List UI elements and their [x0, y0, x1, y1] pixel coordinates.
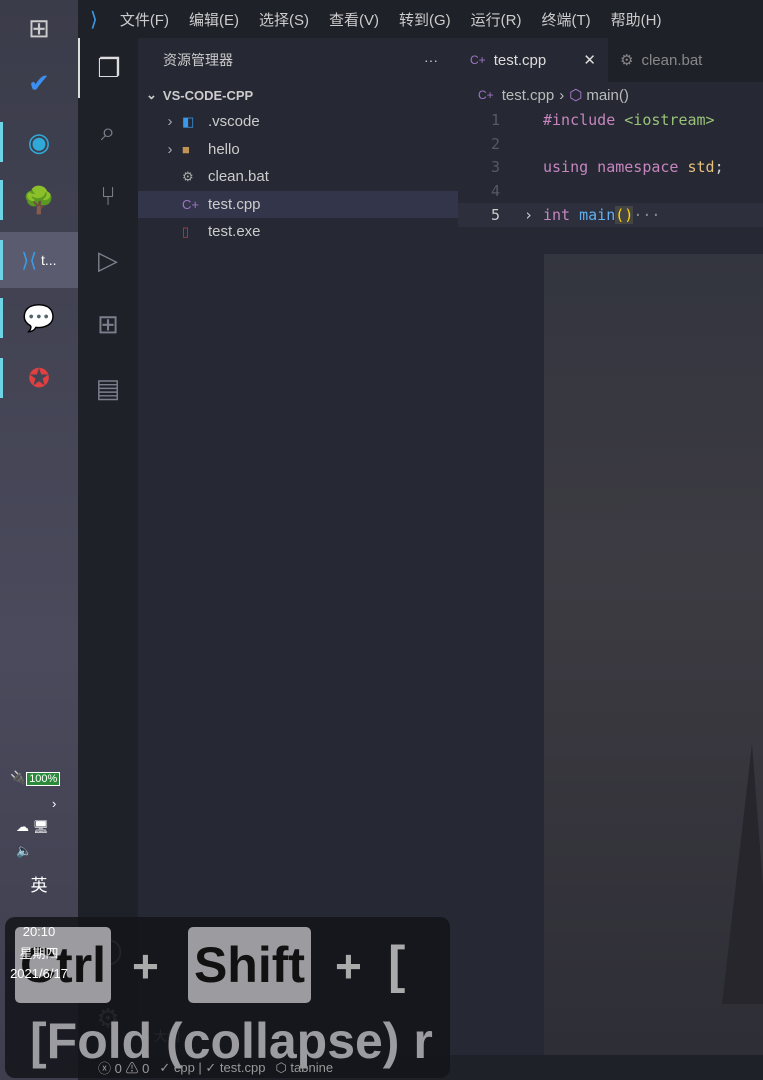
item-label: .vscode	[208, 113, 260, 131]
cpp-file-icon: C+	[182, 196, 199, 212]
vscode-taskbar-item[interactable]: ⟩⟨ t...	[0, 232, 78, 288]
tree-item-test-exe[interactable]: ▯ test.exe	[138, 218, 458, 246]
tab-label: clean.bat	[641, 51, 703, 69]
line-number: 4	[490, 182, 500, 201]
problems-status[interactable]: ⓧ 0 ⚠ 0	[98, 1058, 149, 1077]
vscode-icon: ⟩⟨	[21, 249, 38, 272]
close-icon[interactable]: ✕	[583, 51, 596, 69]
tree-item-clean-bat[interactable]: ⚙ clean.bat	[138, 163, 458, 191]
warning-count: 0	[142, 1061, 150, 1076]
gears-icon: ⚙	[620, 52, 634, 69]
clock-date: 2021/6/17	[10, 966, 68, 981]
menu-bar: ⟩ 文件(F) 编辑(E) 选择(S) 查看(V) 转到(G) 运行(R) 终端…	[78, 0, 763, 38]
tree-item-hello[interactable]: › ■ hello	[138, 136, 458, 164]
code-area[interactable]: 1 #include <iostream> 2 3 using namespace …	[458, 108, 763, 227]
run-debug-icon[interactable]: ▷	[78, 230, 138, 290]
vscode-folder-icon: ◧	[182, 113, 195, 129]
workspace-name: VS-CODE-CPP	[162, 87, 254, 103]
line-number: 1	[490, 110, 500, 129]
folder-icon: ■	[182, 141, 190, 157]
menu-file[interactable]: 文件(F)	[120, 9, 169, 30]
sailboat-image	[722, 744, 763, 1004]
wechat-icon[interactable]: 💬	[0, 290, 78, 346]
menu-help[interactable]: 帮助(H)	[611, 9, 662, 30]
menu-selection[interactable]: 选择(S)	[259, 9, 309, 30]
tree-item-vscode[interactable]: › ◧ .vscode	[138, 108, 458, 136]
settings-gear-icon[interactable]: ⚙	[78, 988, 138, 1048]
account-icon[interactable]: ◯	[78, 920, 138, 980]
editor-background-image	[544, 254, 763, 1055]
editor: C+ test.cpp ✕ ⚙ clean.bat C+ test.cpp › ⬡ main(…	[458, 38, 763, 1055]
item-label: test.cpp	[208, 195, 261, 213]
line-number: 3	[490, 158, 500, 177]
outline-section[interactable]: › 大纲	[138, 1026, 180, 1045]
remote-explorer-icon[interactable]: ▤	[78, 358, 138, 418]
cpp-file-icon: C+	[478, 88, 494, 102]
source-control-icon[interactable]: ⑂	[78, 166, 138, 226]
status-bar: ⓧ 0 ⚠ 0 ✓ cpp | ✓ test.cpp ⬡ tabnine	[78, 1055, 763, 1080]
language-status[interactable]: ✓ cpp | ✓ test.cpp	[159, 1060, 265, 1076]
folded-ellipsis[interactable]: ···	[633, 206, 660, 224]
chevron-right-icon: ›	[167, 113, 173, 131]
cube-symbol-icon: ⬡	[569, 87, 583, 104]
item-label: clean.bat	[208, 168, 269, 186]
line-number: 2	[490, 134, 500, 153]
extensions-icon[interactable]: ⊞	[78, 294, 138, 354]
activity-bar: ❐ ⌕ ⑂ ▷ ⊞ ▤ ◯ ⚙	[78, 38, 138, 1055]
tab-test-cpp[interactable]: C+ test.cpp ✕	[458, 38, 608, 82]
battery: 🔌 100%	[0, 770, 78, 786]
workspace-section[interactable]: ⌄ VS-CODE-CPP	[138, 82, 458, 108]
todo-icon[interactable]: ✔	[0, 55, 78, 111]
sidebar-title: 资源管理器	[163, 52, 233, 68]
tab-bar: C+ test.cpp ✕ ⚙ clean.bat	[458, 38, 763, 82]
clock-weekday: 星期四	[19, 946, 59, 961]
menu-go[interactable]: 转到(G)	[399, 9, 451, 30]
windows-start-icon[interactable]: ⊞	[0, 0, 78, 56]
tree-item-test-cpp[interactable]: C+ test.cpp	[138, 190, 458, 218]
edge-icon[interactable]: ◉	[0, 114, 78, 170]
binary-file-icon: ▯	[182, 223, 190, 239]
ime-indicator[interactable]: 英	[0, 871, 78, 896]
search-icon[interactable]: ⌕	[78, 102, 138, 162]
fold-chevron-icon[interactable]: ›	[524, 206, 533, 224]
breadcrumb: C+ test.cpp › ⬡ main()	[478, 86, 629, 105]
tab-label: test.cpp	[493, 51, 547, 69]
system-tray: 🔌 100% › ☁ 🖥 🔈 英 20:10 星期四 2021/6/17	[0, 770, 78, 981]
chevron-down-icon: ⌄	[146, 87, 157, 102]
tabnine-label: tabnine	[290, 1059, 334, 1075]
breadcrumb-symbol[interactable]: main()	[586, 87, 629, 104]
code-line: #include <iostream>	[543, 110, 715, 129]
menu-terminal[interactable]: 终端(T)	[541, 9, 590, 30]
code-line: using namespace std;	[543, 158, 724, 177]
breadcrumb-file[interactable]: test.cpp	[502, 87, 555, 104]
menu-view[interactable]: 查看(V)	[329, 9, 379, 30]
menu-run[interactable]: 运行(R)	[471, 9, 522, 30]
chevron-right-icon: ›	[167, 140, 173, 158]
explorer-sidebar: 资源管理器 ··· ⌄ VS-CODE-CPP › ◧ .vscode › ■ hello …	[138, 38, 458, 1055]
line-number: 5	[490, 206, 500, 225]
app-icon[interactable]: ✪	[0, 350, 78, 406]
error-count: 0	[114, 1061, 122, 1076]
item-label: test.exe	[208, 223, 261, 241]
more-actions-button[interactable]: ···	[424, 52, 438, 68]
clock-time[interactable]: 20:10	[0, 924, 78, 939]
tab-clean-bat[interactable]: ⚙ clean.bat	[608, 38, 714, 82]
gears-icon: ⚙	[182, 168, 194, 184]
menu-edit[interactable]: 编辑(E)	[189, 9, 239, 30]
outline-label: 大纲	[153, 1029, 180, 1044]
vscode-logo-icon: ⟩	[90, 8, 98, 31]
volume-icon[interactable]: 🔈	[0, 843, 78, 859]
tree-app-icon[interactable]: 🌳	[0, 172, 78, 228]
tabnine-status[interactable]: ⬡ tabnine	[275, 1060, 333, 1076]
item-label: hello	[208, 140, 240, 158]
cpp-file-icon: C+	[470, 53, 486, 67]
explorer-icon[interactable]: ❐	[78, 38, 138, 98]
tray-icons[interactable]: ☁ 🖥	[0, 819, 78, 835]
chevron-right-icon[interactable]: ›	[0, 796, 78, 811]
